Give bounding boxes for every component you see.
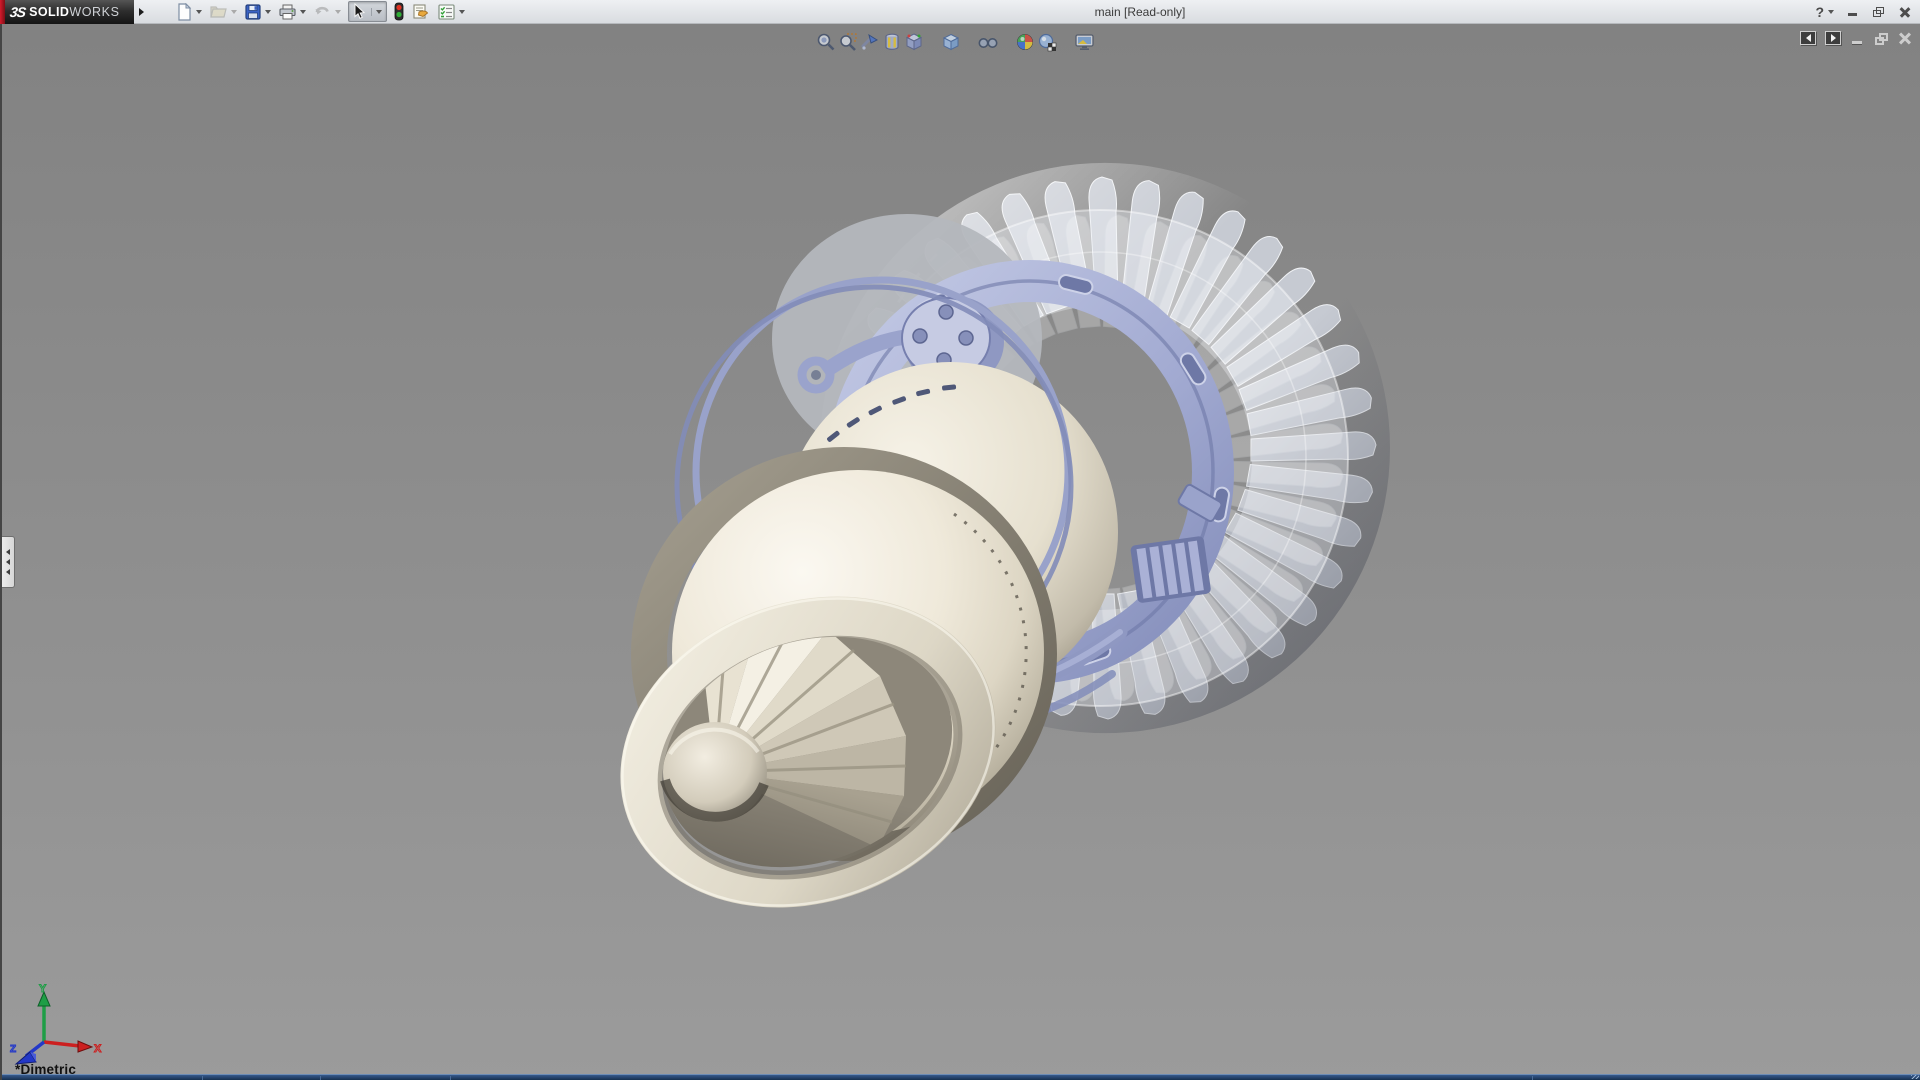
triad-z-label: Z [10,1044,16,1055]
triad-x-label: X [94,1043,102,1055]
options-dropdown-arrow[interactable] [459,9,465,14]
rebuild-button[interactable] [394,2,404,21]
hide-show-items-button[interactable] [977,31,999,53]
window-title: main [Read-only] [1094,5,1186,19]
section-view-button[interactable] [881,31,903,53]
heads-up-view-toolbar [815,31,1095,53]
menu-expand-button[interactable] [135,2,147,22]
graphics-viewport[interactable]: Y X Z *Dimetric [0,24,1920,1080]
undo-dropdown-arrow [335,9,341,14]
logo-red-stripe [0,0,5,24]
app-window-controls: ? [1815,0,1912,24]
reference-triad[interactable]: Y X Z [8,982,103,1072]
zoom-to-fit-button[interactable] [815,31,837,53]
open-dropdown-arrow [231,9,237,14]
select-dropdown-segment[interactable] [371,7,384,16]
section-view-icon [885,33,899,50]
options-button[interactable] [437,3,465,21]
doc-close-button[interactable] [1898,31,1913,45]
display-style-icon [942,33,960,51]
logo-text-light: WORKS [69,4,120,19]
panel-left-arrow-icon [1805,34,1811,42]
collapse-arrow-icon [6,549,10,555]
collapse-panel-left-button[interactable] [1800,31,1816,45]
doc-restore-icon-back [1875,36,1884,45]
file-properties-button[interactable] [411,3,430,21]
new-dropdown-arrow[interactable] [196,9,202,14]
solidworks-logo: 3S SOLID WORKS [0,0,134,24]
edit-appearance-icon [1017,34,1033,50]
new-document-icon [178,2,192,21]
jet-engine-model[interactable] [2,24,1920,1080]
app-close-button[interactable] [1898,6,1912,18]
doc-minimize-button[interactable] [1850,32,1865,45]
doc-restore-button[interactable] [1874,32,1889,45]
open-button[interactable] [209,3,237,21]
print-dropdown-arrow[interactable] [300,9,306,14]
open-folder-icon [210,5,227,18]
options-icon [438,3,455,20]
triad-y-label: Y [39,983,47,995]
menu-expand-arrow-icon [138,7,144,16]
restore-icon-back [1873,10,1881,17]
feature-panel-flyout-tab[interactable] [2,536,15,588]
panel-right-arrow-icon [1830,34,1836,42]
minimize-icon [1848,13,1857,16]
hide-show-items-icon [978,38,998,48]
main-toolbar [147,1,465,22]
previous-view-icon [861,33,879,50]
undo-icon [315,6,329,14]
view-settings-icon [1074,34,1094,50]
file-properties-icon [413,3,429,19]
expand-panel-right-button[interactable] [1825,31,1841,45]
view-settings-button[interactable] [1073,31,1095,53]
document-window-controls [1800,31,1913,45]
help-dropdown-arrow[interactable] [1828,10,1834,14]
status-bar [2,1074,1920,1080]
zoom-to-area-icon [840,33,857,51]
app-restore-button[interactable] [1872,6,1886,18]
edit-appearance-button[interactable] [1014,31,1036,53]
save-button[interactable] [244,3,271,21]
collapse-arrow-icon [6,569,10,575]
doc-minimize-icon [1852,40,1862,44]
app-minimize-button[interactable] [1846,6,1860,18]
select-dropdown-arrow [376,9,382,14]
status-divider [1532,1076,1533,1080]
print-icon [279,4,296,19]
logo-text-bold: SOLID [29,4,70,19]
resize-grip[interactable] [1911,1075,1919,1079]
save-dropdown-arrow[interactable] [265,9,271,14]
undo-button[interactable] [313,3,341,21]
status-divider [320,1076,321,1080]
status-divider [450,1076,451,1080]
rebuild-traffic-light-icon [394,2,404,21]
collapse-arrow-icon [6,559,10,565]
view-orientation-button[interactable] [903,31,925,53]
previous-view-button[interactable] [859,31,881,53]
select-cursor-icon [354,3,366,19]
zoom-to-area-button[interactable] [837,31,859,53]
logo-glyph: 3S [8,3,27,20]
apply-scene-icon [1038,33,1057,52]
title-bar: 3S SOLID WORKS main [Read-only] ? [0,0,1920,24]
display-style-button[interactable] [940,31,962,53]
view-orientation-icon [905,33,923,51]
print-button[interactable] [278,3,306,21]
new-document-button[interactable] [175,2,202,21]
apply-scene-button[interactable] [1036,31,1058,53]
hub-hole [660,722,769,822]
save-icon [245,3,261,20]
select-tool-button[interactable] [348,1,387,22]
zoom-to-fit-icon [817,33,835,51]
status-divider [202,1076,203,1080]
help-button[interactable]: ? [1815,4,1824,20]
